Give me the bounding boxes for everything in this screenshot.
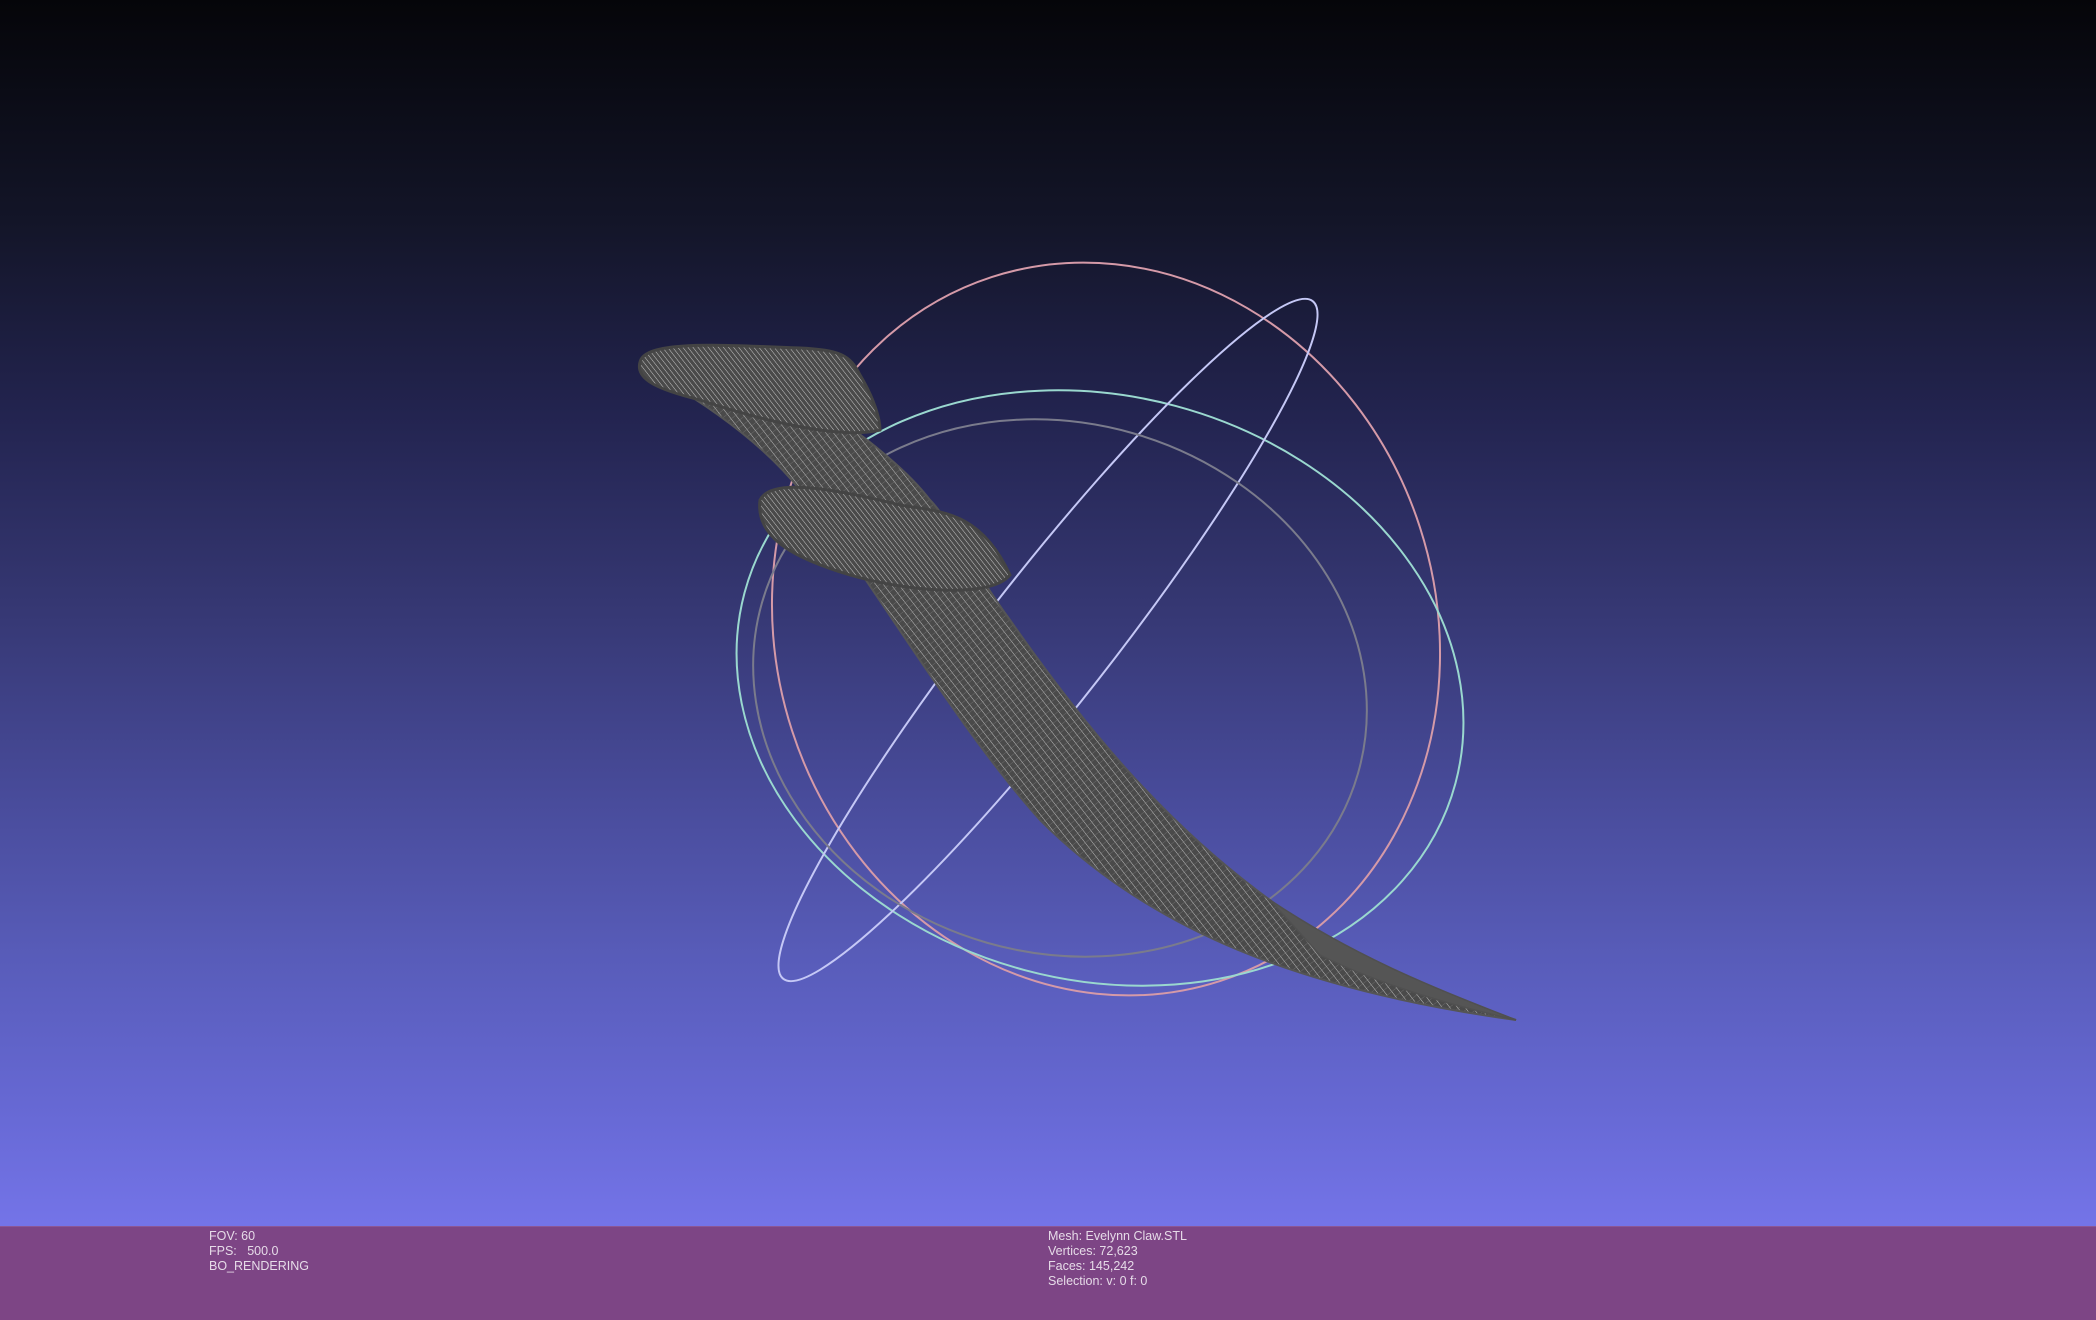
selection-label: Selection: v: 0 f: 0 — [1048, 1274, 1148, 1288]
mesh-name-label: Mesh: Evelynn Claw.STL — [1048, 1229, 1187, 1243]
mesh-info: Mesh: Evelynn Claw.STL Vertices: 72,623 … — [1048, 1229, 1187, 1289]
fps-label: FPS: 500.0 — [209, 1244, 279, 1258]
3d-viewport[interactable] — [0, 0, 2096, 1226]
rendering-mode-label: BO_RENDERING — [209, 1259, 310, 1273]
vertices-label: Vertices: 72,623 — [1048, 1244, 1138, 1258]
trackball-ring-red[interactable] — [678, 175, 1534, 1083]
trackball-manipulator[interactable] — [669, 175, 1534, 1083]
faces-label: Faces: 145,242 — [1048, 1259, 1135, 1273]
meshlab-viewer: FOV: 60 FPS: 500.0 BO_RENDERING Mesh: Ev… — [0, 0, 2096, 1320]
claw-lower-ring[interactable] — [758, 485, 1012, 592]
fov-label: FOV: 60 — [209, 1229, 256, 1243]
render-info: FOV: 60 FPS: 500.0 BO_RENDERING — [209, 1229, 309, 1274]
scene-canvas[interactable] — [0, 0, 2096, 1226]
